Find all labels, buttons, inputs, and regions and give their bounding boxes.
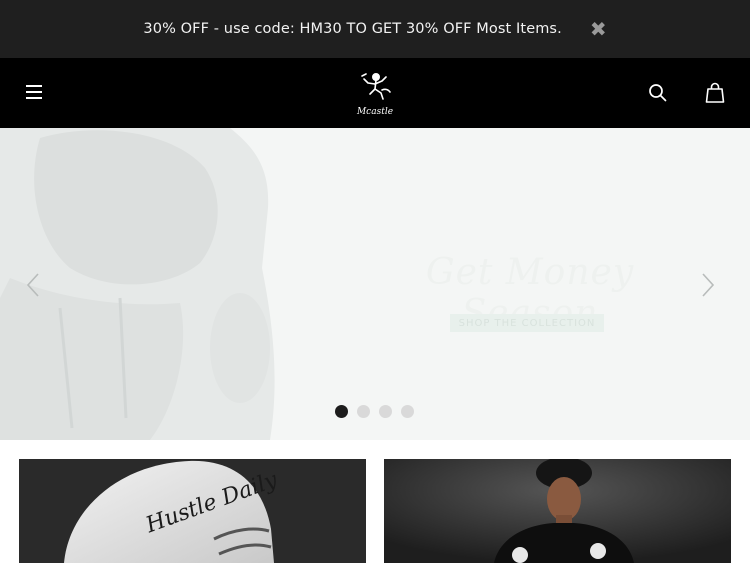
- announcement-bar: 30% OFF - use code: HM30 TO GET 30% OFF …: [0, 0, 750, 58]
- chevron-right-icon[interactable]: [701, 272, 715, 298]
- slide-dot-3[interactable]: [379, 405, 392, 418]
- shopping-bag-icon[interactable]: [705, 82, 725, 104]
- chevron-left-icon[interactable]: [26, 272, 40, 298]
- slide-pagination: [335, 405, 414, 418]
- collection-card-hats[interactable]: Hustle Daily: [19, 459, 366, 563]
- slide-dot-4[interactable]: [401, 405, 414, 418]
- announcement-text: 30% OFF - use code: HM30 TO GET 30% OFF …: [143, 21, 562, 37]
- hero-slideshow: Get Money Season SHOP THE COLLECTION: [0, 128, 750, 440]
- brand-logo[interactable]: Mcastle: [356, 68, 394, 118]
- collection-card-hoodies[interactable]: [384, 459, 731, 563]
- search-icon[interactable]: [648, 83, 668, 103]
- close-icon[interactable]: ✖: [590, 19, 607, 39]
- slide-dot-2[interactable]: [357, 405, 370, 418]
- hamburger-menu-icon[interactable]: [26, 84, 42, 100]
- logo-wordmark: Mcastle: [356, 107, 393, 117]
- hero-cta-button[interactable]: SHOP THE COLLECTION: [450, 314, 604, 332]
- model-hoodie-image: [384, 459, 731, 563]
- site-header: Mcastle: [0, 58, 750, 128]
- slide-dot-1[interactable]: [335, 405, 348, 418]
